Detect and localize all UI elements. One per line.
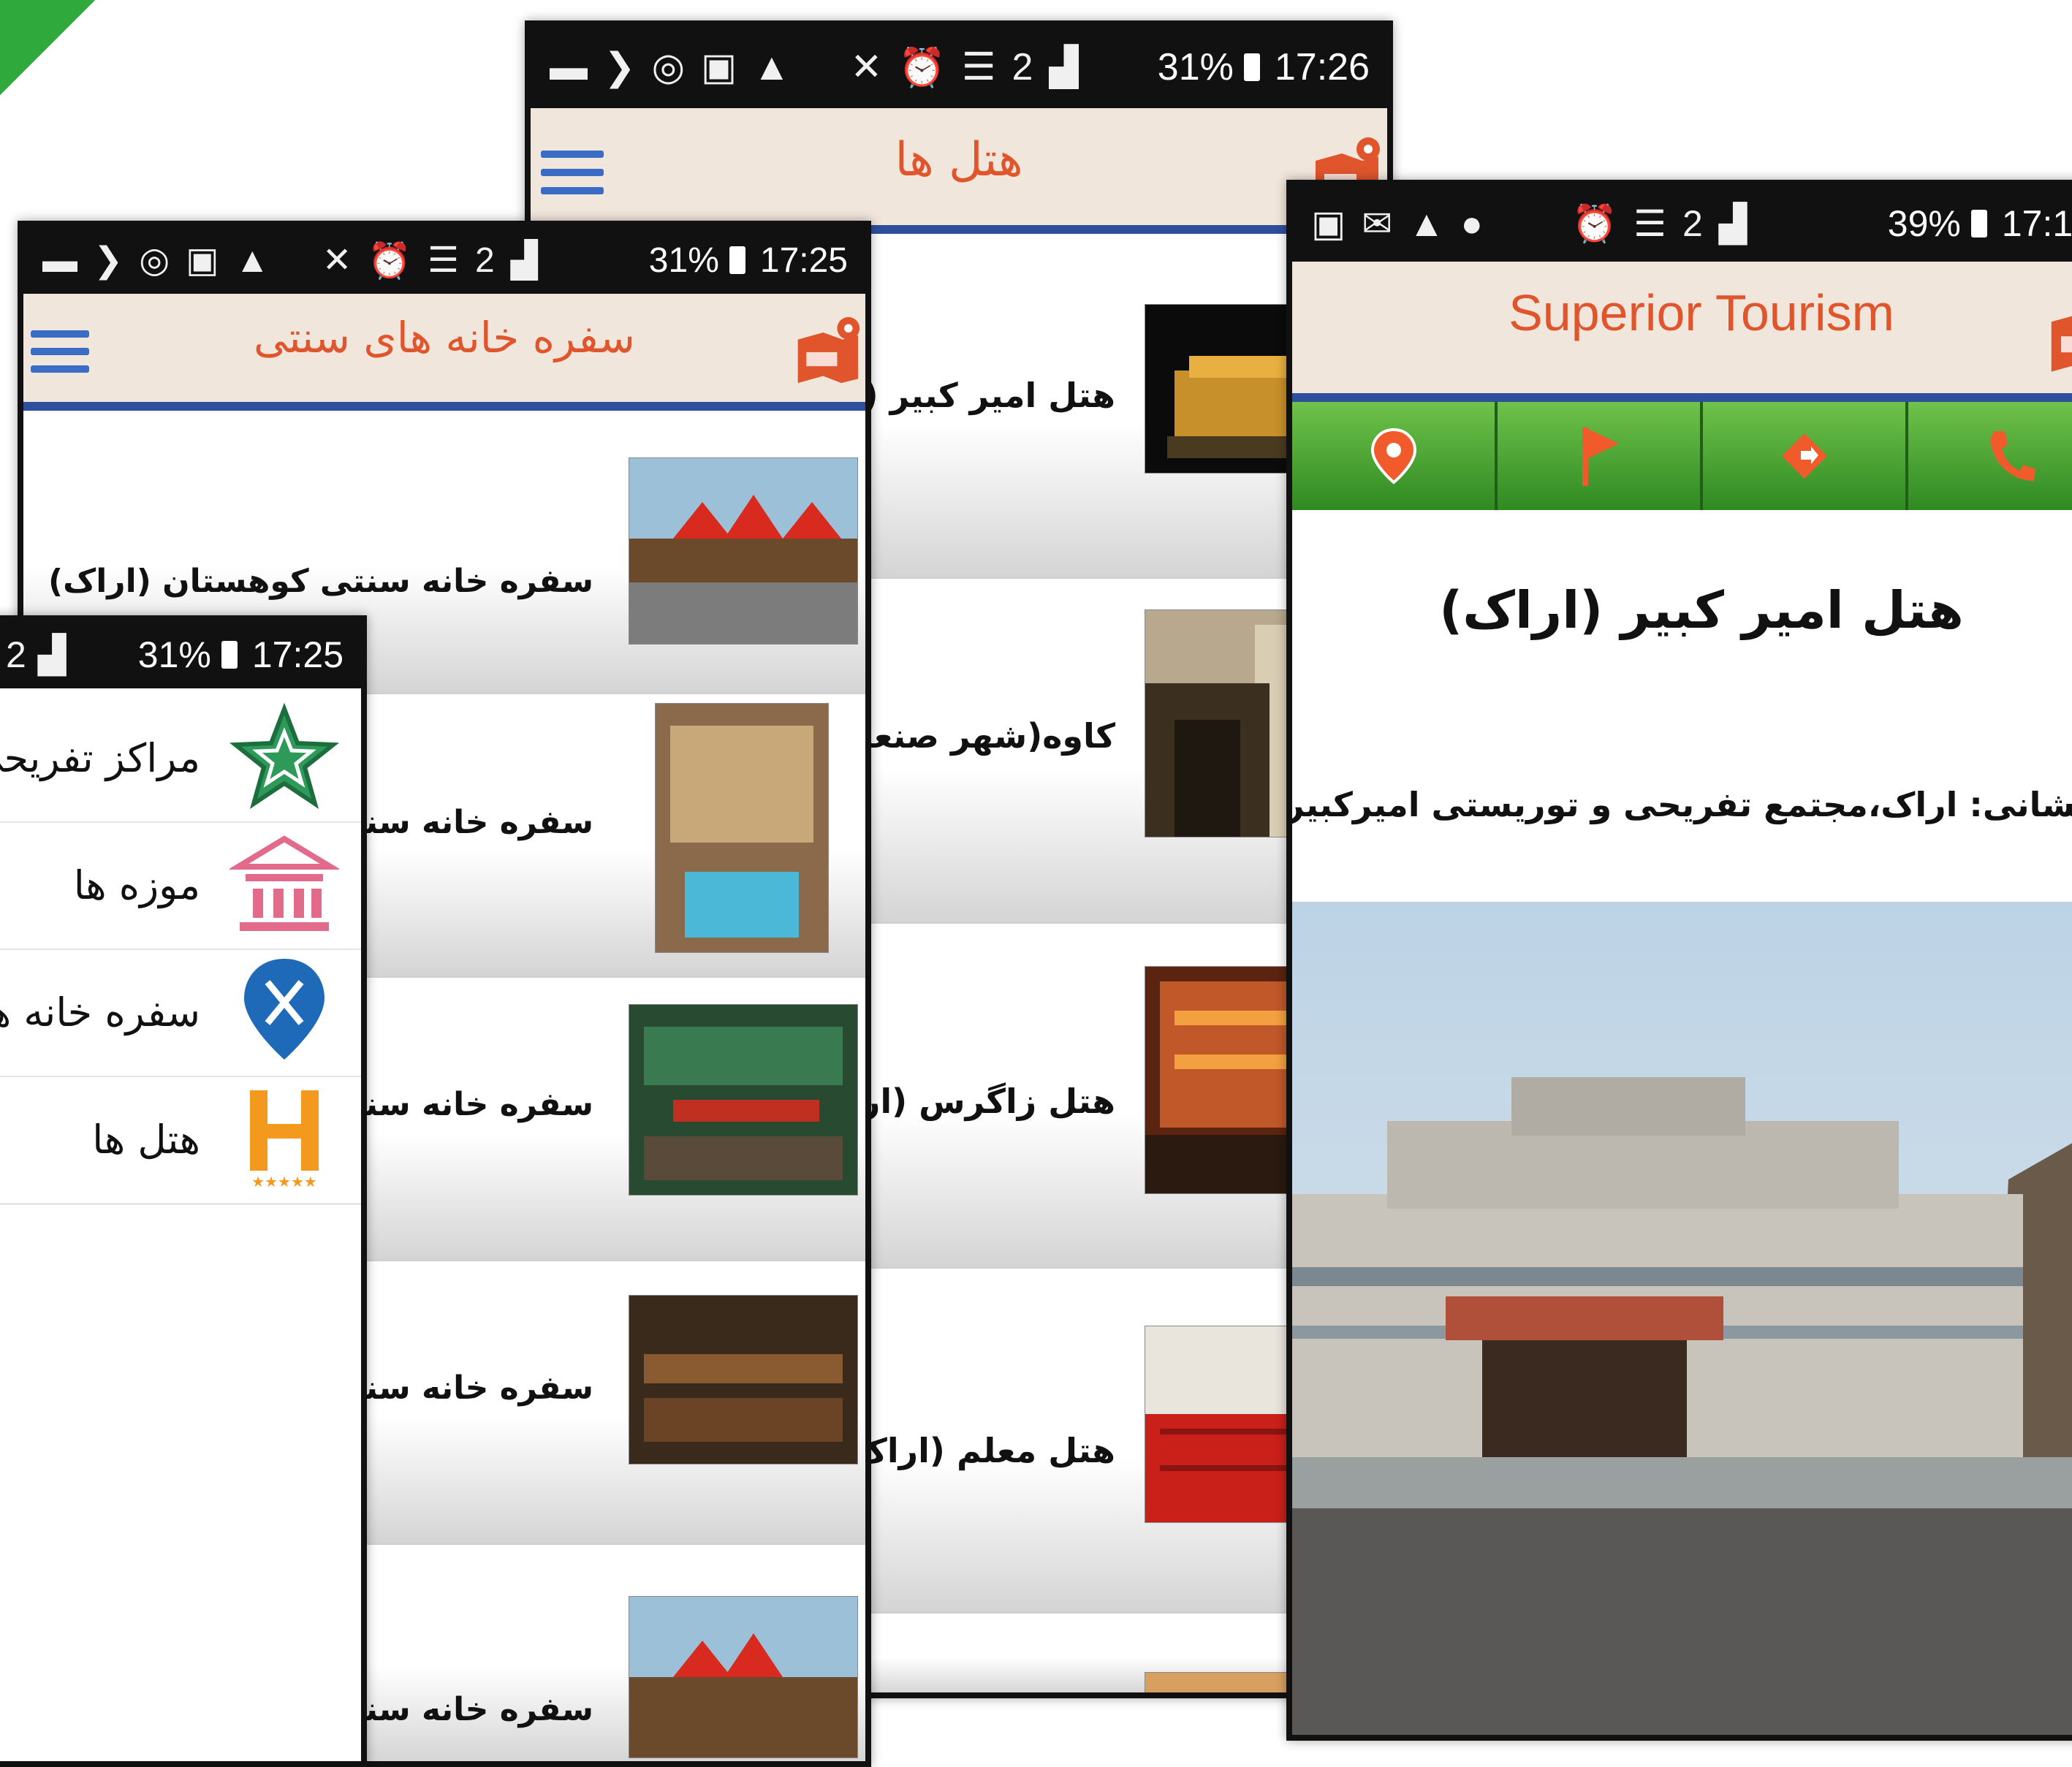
app-bar: سفره خانه های سنتی <box>23 294 865 411</box>
signal-icon: ▟ <box>37 634 67 675</box>
sim-badge: 2 <box>1682 203 1703 244</box>
menu-item-hotels[interactable]: هتل ها ★★★★★ <box>0 1077 361 1205</box>
status-bar: ▣ ✉ ▲ ● ⏰ ☰ 2 ▟ 39% 17:10 <box>1292 186 2072 262</box>
battery-icon <box>1970 210 1987 238</box>
clock: 17:25 <box>251 634 344 675</box>
restaurant-photo <box>629 1295 858 1464</box>
sim-badge: 2 <box>6 634 26 675</box>
mail-icon: ✉ <box>1362 203 1393 244</box>
status-bar: 2 ▟ 31% 17:25 <box>0 621 361 688</box>
screenshot-icon: ▣ <box>700 46 737 88</box>
alarm-icon: ⏰ <box>898 46 946 89</box>
battery-percent: 31% <box>1157 46 1234 88</box>
hotel-address: نشانی: اراک،مجتمع تفریحی و توریستی امیرک… <box>1286 785 2072 824</box>
restaurant-pin-icon <box>244 959 325 1060</box>
notification-icon: ❯ <box>604 46 636 88</box>
notification-icons: ▣ ✉ ▲ ● ⏰ ☰ 2 ▟ <box>1292 202 1888 246</box>
menu-item-museums[interactable]: موزه ها <box>0 823 361 951</box>
battery-icon <box>729 246 745 274</box>
warning-icon: ▲ <box>753 46 791 88</box>
warning-icon: ▲ <box>235 240 270 280</box>
app-logo-icon <box>2051 316 2072 372</box>
call-button[interactable] <box>1908 402 2072 510</box>
battery-percent: 39% <box>1887 203 1961 244</box>
corner-decoration <box>0 0 95 95</box>
clock: 17:25 <box>759 240 848 280</box>
restaurant-photo <box>629 457 858 645</box>
svg-text:★★★★★: ★★★★★ <box>251 1173 317 1190</box>
alarm-icon: ⏰ <box>368 241 411 281</box>
menu-item-label: سفره خانه ها <box>0 989 200 1036</box>
battery-percent: 31% <box>648 240 719 280</box>
battery-percent: 31% <box>137 634 211 675</box>
menu-item-label: هتل ها <box>92 1117 200 1163</box>
clock: 17:26 <box>1274 46 1370 88</box>
sim-badge: 2 <box>1012 46 1033 88</box>
menu-item-label: موزه ها <box>73 862 200 908</box>
hotel-name: هتل امیر کبیر (ار <box>832 376 1115 415</box>
signal-icon: ▟ <box>1718 203 1747 244</box>
message-icon: ▬ <box>42 240 77 280</box>
hotel-photo <box>1292 902 2072 1735</box>
battery-icon <box>1243 53 1260 81</box>
app-logo-icon <box>797 316 860 384</box>
notification-icons: 2 ▟ <box>0 634 138 676</box>
hotel-name: هتل معلم (اراک) <box>837 1431 1115 1470</box>
status-bar: ▬ ❯ ◎ ▣ ▲ ✕ ⏰ ☰ 2 ▟ 31% 17:26 <box>531 26 1387 108</box>
restaurant-photo <box>655 703 829 953</box>
menu-item-restaurants[interactable]: سفره خانه ها <box>0 950 361 1078</box>
flag-icon <box>1582 428 1619 486</box>
clock: 17:10 <box>2001 203 2072 244</box>
wifi-icon: ☰ <box>427 241 459 280</box>
menu-item-label: مراکز تفریحی <box>0 735 200 781</box>
sync-icon: ◎ <box>139 241 170 280</box>
message-icon: ▬ <box>550 46 588 88</box>
restaurant-name: سفره خانه سنتی کوهستان (اراک) <box>48 563 593 600</box>
notification-icon: ● <box>1460 203 1483 244</box>
app-bar: هتل ها <box>531 108 1387 234</box>
page-title: سفره خانه های سنتی <box>254 313 635 362</box>
mute-icon: ✕ <box>850 46 883 88</box>
signal-icon: ▟ <box>510 241 538 280</box>
screenshot-icon: ▣ <box>1311 203 1346 244</box>
signal-icon: ▟ <box>1049 46 1079 88</box>
restaurant-photo <box>629 1596 858 1758</box>
sync-icon: ◎ <box>651 46 685 88</box>
flag-button[interactable] <box>1498 402 1703 510</box>
menu-item-entertainment[interactable]: مراکز تفریحی <box>0 696 361 824</box>
location-button[interactable] <box>1292 402 1498 510</box>
wifi-icon: ☰ <box>1633 203 1666 244</box>
app-bar: Superior Tourism <box>1292 262 2072 402</box>
sim-badge: 2 <box>475 240 495 280</box>
alarm-icon: ⏰ <box>1571 202 1618 244</box>
battery-icon <box>221 641 238 669</box>
action-toolbar <box>1292 402 2072 510</box>
notification-icon: ❯ <box>94 241 124 280</box>
notification-icons: ▬ ❯ ◎ ▣ ▲ ✕ ⏰ ☰ 2 ▟ <box>531 45 1158 90</box>
notification-icons: ▬ ❯ ◎ ▣ ▲ ✕ ⏰ ☰ 2 ▟ <box>23 240 649 281</box>
map-pin-icon <box>1370 428 1416 484</box>
app-title: Superior Tourism <box>1509 284 1894 341</box>
wifi-icon: ☰ <box>961 46 996 88</box>
hotel-title: هتل امیر کبیر (اراک) <box>1439 580 1964 640</box>
restaurant-photo <box>629 1004 858 1196</box>
direction-icon <box>1781 433 1827 479</box>
mute-icon: ✕ <box>322 241 352 280</box>
status-bar: ▬ ❯ ◎ ▣ ▲ ✕ ⏰ ☰ 2 ▟ 31% 17:25 <box>23 227 865 294</box>
warning-icon: ▲ <box>1408 203 1445 244</box>
museum-icon <box>229 835 339 931</box>
main-menu-screen: 2 ▟ 31% 17:25 مراکز تفریحی موزه ها سفره … <box>0 615 367 1767</box>
screenshot-icon: ▣ <box>186 241 219 280</box>
star-icon <box>229 703 339 809</box>
page-title: هتل ها <box>895 133 1023 187</box>
hotel-icon: ★★★★★ <box>250 1090 319 1190</box>
hotel-detail-screen: ▣ ✉ ▲ ● ⏰ ☰ 2 ▟ 39% 17:10 Superior Touri… <box>1286 180 2072 1741</box>
directions-button[interactable] <box>1703 402 1908 510</box>
phone-icon <box>1989 431 2035 481</box>
